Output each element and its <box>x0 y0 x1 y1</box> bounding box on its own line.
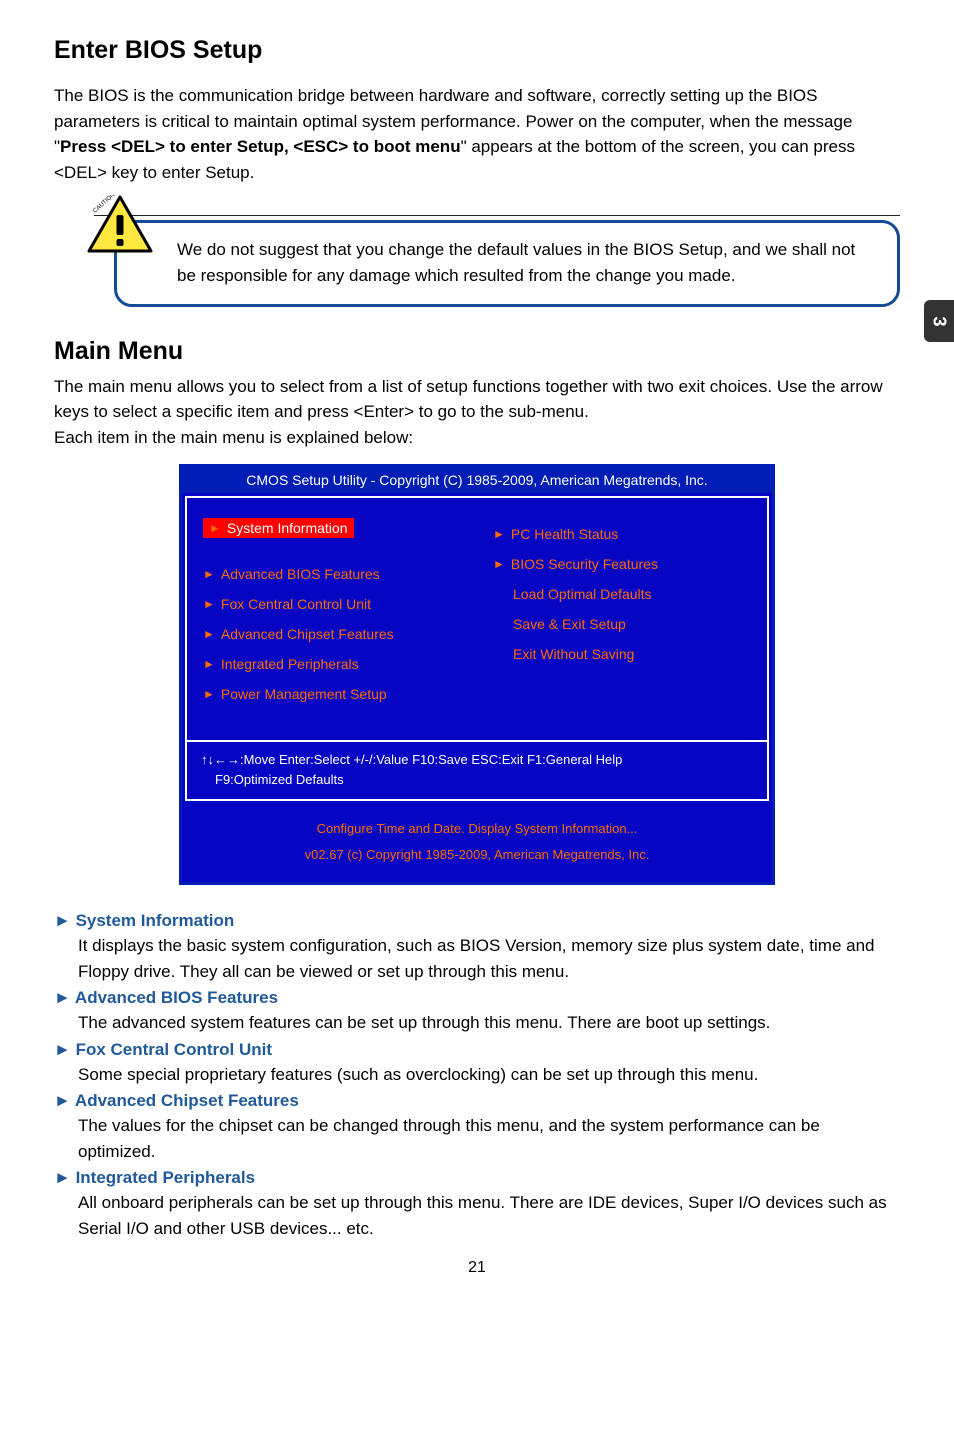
bios-menu-item[interactable]: Exit Without Saving <box>493 646 757 662</box>
bios-menu-item[interactable]: Load Optimal Defaults <box>493 586 757 602</box>
bios-menu-label: System Information <box>227 520 348 536</box>
description-heading-text: Advanced BIOS Features <box>75 988 278 1007</box>
triangle-icon: ► <box>54 1091 75 1110</box>
bios-menu-label: Integrated Peripherals <box>221 656 359 672</box>
description-heading: ► Advanced Chipset Features <box>54 1091 900 1111</box>
description-heading-text: Integrated Peripherals <box>76 1168 256 1187</box>
description-heading: ► Integrated Peripherals <box>54 1168 900 1188</box>
description-heading-text: Advanced Chipset Features <box>75 1091 299 1110</box>
triangle-icon: ► <box>54 1040 76 1059</box>
warning-icon: CAUTION <box>87 195 153 253</box>
description-heading-text: Fox Central Control Unit <box>76 1040 272 1059</box>
bios-footer-line1: Configure Time and Date. Display System … <box>190 816 764 842</box>
description-text: Some special proprietary features (such … <box>78 1062 900 1088</box>
triangle-icon: ► <box>203 657 215 671</box>
para-text-bold: Press <DEL> to enter Setup, <ESC> to boo… <box>60 137 461 156</box>
bios-menu-item[interactable]: ► Fox Central Control Unit <box>203 596 467 612</box>
triangle-icon: ► <box>54 1168 76 1187</box>
bios-menu-item[interactable]: ► BIOS Security Features <box>493 556 757 572</box>
bios-left-column: ► System Information ► Advanced BIOS Featur… <box>187 498 477 740</box>
bios-menu-label: Advanced Chipset Features <box>221 626 394 642</box>
bios-menu-item[interactable]: ► Integrated Peripherals <box>203 656 467 672</box>
caution-bubble: CAUTION We do not suggest that you chang… <box>114 220 900 307</box>
description-text: The values for the chipset can be change… <box>78 1113 900 1164</box>
description-text: It displays the basic system configurati… <box>78 933 900 984</box>
triangle-icon: ► <box>54 988 75 1007</box>
bios-menu-item[interactable]: ► PC Health Status <box>493 526 757 542</box>
triangle-icon: ► <box>209 521 221 535</box>
description-text: The advanced system features can be set … <box>78 1010 900 1036</box>
page-number: 21 <box>54 1245 900 1301</box>
paragraph-enter-bios: The BIOS is the communication bridge bet… <box>54 83 900 185</box>
bios-menu-item[interactable]: Save & Exit Setup <box>493 616 757 632</box>
bios-help-line2: F9:Optimized Defaults <box>201 770 753 790</box>
bios-screenshot: CMOS Setup Utility - Copyright (C) 1985-… <box>179 464 775 885</box>
heading-main-menu: Main Menu <box>54 337 900 366</box>
bios-menu-item[interactable]: ► System Information <box>203 518 354 538</box>
bios-menu-item[interactable]: ► Advanced BIOS Features <box>203 566 467 582</box>
bios-menu-label: BIOS Security Features <box>511 556 658 572</box>
bios-menu-label: PC Health Status <box>511 526 618 542</box>
bios-menu-label: Save & Exit Setup <box>513 616 626 632</box>
caution-block: CAUTION We do not suggest that you chang… <box>54 215 900 307</box>
bios-menu-item[interactable]: ► Advanced Chipset Features <box>203 626 467 642</box>
heading-enter-bios: Enter BIOS Setup <box>54 36 900 65</box>
bios-help-bar: ↑↓←→:Move Enter:Select +/-/:Value F10:Sa… <box>187 740 767 799</box>
description-heading: ► Advanced BIOS Features <box>54 988 900 1008</box>
bios-title-bar: CMOS Setup Utility - Copyright (C) 1985-… <box>182 467 772 493</box>
bios-right-column: ► PC Health Status ► BIOS Security Features… <box>477 498 767 740</box>
divider <box>94 215 900 216</box>
bios-menu-label: Exit Without Saving <box>513 646 634 662</box>
description-text: All onboard peripherals can be set up th… <box>78 1190 900 1241</box>
description-heading-text: System Information <box>76 911 235 930</box>
bios-menu-label: Power Management Setup <box>221 686 387 702</box>
triangle-icon: ► <box>203 627 215 641</box>
bios-inner-frame: ► System Information ► Advanced BIOS Featur… <box>185 496 769 801</box>
bios-menu-label: Fox Central Control Unit <box>221 596 371 612</box>
triangle-icon: ► <box>54 911 76 930</box>
triangle-icon: ► <box>493 557 505 571</box>
bios-footer: Configure Time and Date. Display System … <box>182 804 772 882</box>
bios-help-line1: ↑↓←→:Move Enter:Select +/-/:Value F10:Sa… <box>201 750 753 770</box>
triangle-icon: ► <box>493 527 505 541</box>
caution-text: We do not suggest that you change the de… <box>177 240 855 285</box>
bios-menu-label: Load Optimal Defaults <box>513 586 652 602</box>
descriptions-block: ► System InformationIt displays the basi… <box>54 911 900 1241</box>
bios-footer-line2: v02.67 (c) Copyright 1985-2009, American… <box>190 842 764 868</box>
description-heading: ► Fox Central Control Unit <box>54 1040 900 1060</box>
triangle-icon: ► <box>203 687 215 701</box>
description-heading: ► System Information <box>54 911 900 931</box>
bios-menu-item[interactable]: ► Power Management Setup <box>203 686 467 702</box>
bios-menu-label: Advanced BIOS Features <box>221 566 380 582</box>
triangle-icon: ► <box>203 597 215 611</box>
paragraph-main-menu: The main menu allows you to select from … <box>54 374 900 451</box>
triangle-icon: ► <box>203 567 215 581</box>
